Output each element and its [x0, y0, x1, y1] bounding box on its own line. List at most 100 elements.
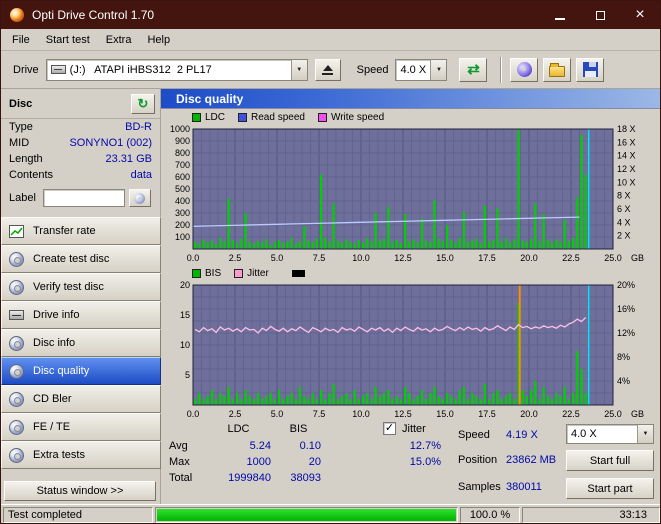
sidebar-button-disc-info[interactable]: Disc info [1, 329, 161, 357]
minimize-button[interactable] [540, 1, 580, 29]
open-results-button[interactable] [543, 57, 572, 82]
row-label-avg: Avg [169, 440, 188, 452]
drive-icon [50, 65, 66, 74]
sidebar-button-cd-bler[interactable]: CD Bler [1, 385, 161, 413]
svg-text:10: 10 [180, 340, 190, 350]
disc-icon [9, 335, 24, 351]
refresh-disc-button[interactable]: ↻ [131, 93, 155, 114]
info-value: BD-R [125, 121, 152, 133]
label-input[interactable] [42, 189, 125, 207]
folder-icon [549, 62, 566, 77]
ldc-chart: 1000 900 800 700 600 500 400 300 200 100 18 X 16 X 1… [170, 125, 644, 263]
progress-percent: 100.0 % [460, 507, 520, 523]
jitter-checkbox[interactable]: ✓ [383, 422, 396, 435]
row-label-total: Total [169, 472, 193, 484]
close-button[interactable]: × [620, 1, 660, 29]
disc-icon [9, 419, 24, 435]
disc-info-row: Contents data [1, 167, 160, 183]
progress-bar [155, 507, 458, 523]
row-label-max: Max [169, 456, 190, 468]
dropdown-arrow-icon[interactable]: ▼ [430, 59, 447, 80]
menu-file[interactable]: File [4, 31, 38, 49]
disc-panel-title: Disc [9, 97, 33, 110]
sidebar-button-disc-quality[interactable]: Disc quality [1, 357, 161, 385]
test-speed-select[interactable]: 4.0 X ▼ [566, 424, 654, 444]
max-jitter: 15.0% [409, 456, 441, 468]
disc-icon [516, 62, 532, 77]
drive-select[interactable]: (J:) ATAPI iHBS312 2 PL17 ▼ [45, 58, 308, 81]
status-text: Test completed [3, 507, 153, 523]
refresh-drives-button[interactable]: ⇄ [459, 57, 488, 82]
sidebar-button-fe-te[interactable]: FE / TE [1, 413, 161, 441]
sidebar-button-transfer-rate[interactable]: Transfer rate [1, 217, 161, 245]
jitter-column-header: Jitter [402, 423, 426, 435]
menu-extra[interactable]: Extra [98, 31, 140, 49]
disc-icon [9, 279, 24, 295]
sidebar-button-extra-tests[interactable]: Extra tests [1, 441, 161, 469]
start-full-button[interactable]: Start full [566, 450, 654, 471]
window-title: Opti Drive Control 1.70 [32, 8, 155, 22]
svg-text:800: 800 [175, 148, 190, 158]
svg-text:22.5: 22.5 [562, 409, 580, 419]
disc-info-row: Length 23.31 GB [1, 151, 160, 167]
read-speed-swatch [238, 113, 248, 122]
chart-icon [9, 224, 24, 238]
start-part-button[interactable]: Start part [566, 478, 654, 499]
svg-text:0.0: 0.0 [187, 253, 200, 263]
svg-text:2 X: 2 X [617, 231, 631, 241]
app-icon [10, 8, 24, 22]
svg-text:8 X: 8 X [617, 191, 631, 201]
svg-text:4%: 4% [617, 376, 630, 386]
svg-text:15.0: 15.0 [436, 409, 454, 419]
disc-icon [9, 363, 24, 379]
disc-info-row: Type BD-R [1, 119, 160, 135]
svg-text:20: 20 [180, 281, 190, 290]
page-title: Disc quality [161, 89, 660, 109]
svg-text:7.5: 7.5 [313, 253, 326, 263]
save-icon [582, 62, 598, 77]
svg-text:4 X: 4 X [617, 217, 631, 227]
svg-text:22.5: 22.5 [562, 253, 580, 263]
bis-swatch [192, 269, 201, 278]
svg-text:17.5: 17.5 [478, 409, 496, 419]
svg-text:16%: 16% [617, 304, 635, 314]
svg-text:17.5: 17.5 [478, 253, 496, 263]
sidebar-button-verify-test-disc[interactable]: Verify test disc [1, 273, 161, 301]
dropdown-arrow-icon[interactable]: ▼ [637, 425, 653, 443]
svg-text:900: 900 [175, 136, 190, 146]
svg-text:2.5: 2.5 [229, 409, 242, 419]
svg-text:0.0: 0.0 [187, 409, 200, 419]
sidebar-buttons: Transfer rate Create test disc Verify te… [1, 217, 161, 469]
menu-start-test[interactable]: Start test [38, 31, 98, 49]
disc-image-button[interactable] [510, 57, 539, 82]
svg-text:GB: GB [631, 409, 644, 419]
close-icon: × [635, 6, 645, 23]
maximize-button[interactable] [580, 1, 620, 29]
status-window-button[interactable]: Status window >> [4, 481, 156, 501]
speed-select[interactable]: 4.0 X ▼ [395, 58, 448, 81]
info-value: SONYNO1 (002) [69, 137, 152, 149]
label-row: Label [1, 186, 160, 210]
svg-text:5.0: 5.0 [271, 409, 284, 419]
dropdown-arrow-icon[interactable]: ▼ [290, 59, 307, 80]
sidebar-button-drive-info[interactable]: Drive info [1, 301, 161, 329]
sidebar-button-create-test-disc[interactable]: Create test disc [1, 245, 161, 273]
info-value[interactable]: data [131, 169, 152, 181]
svg-text:10 X: 10 X [617, 177, 636, 187]
disc-icon [9, 447, 24, 463]
save-results-button[interactable] [576, 57, 605, 82]
label-disc-button[interactable] [128, 189, 151, 207]
eject-icon-bar [322, 72, 334, 75]
svg-text:200: 200 [175, 220, 190, 230]
svg-text:500: 500 [175, 184, 190, 194]
position-value: 23862 MB [506, 454, 557, 466]
total-ldc: 1999840 [228, 472, 271, 484]
menu-help[interactable]: Help [139, 31, 178, 49]
eject-button[interactable] [314, 58, 341, 81]
svg-text:12%: 12% [617, 328, 635, 338]
samples-label: Samples [458, 481, 501, 493]
speed-value: 4.19 X [506, 429, 538, 441]
svg-text:12.5: 12.5 [394, 409, 412, 419]
legend-bis: BIS [192, 268, 221, 279]
drive-value: (J:) ATAPI iHBS312 2 PL17 [69, 63, 212, 76]
